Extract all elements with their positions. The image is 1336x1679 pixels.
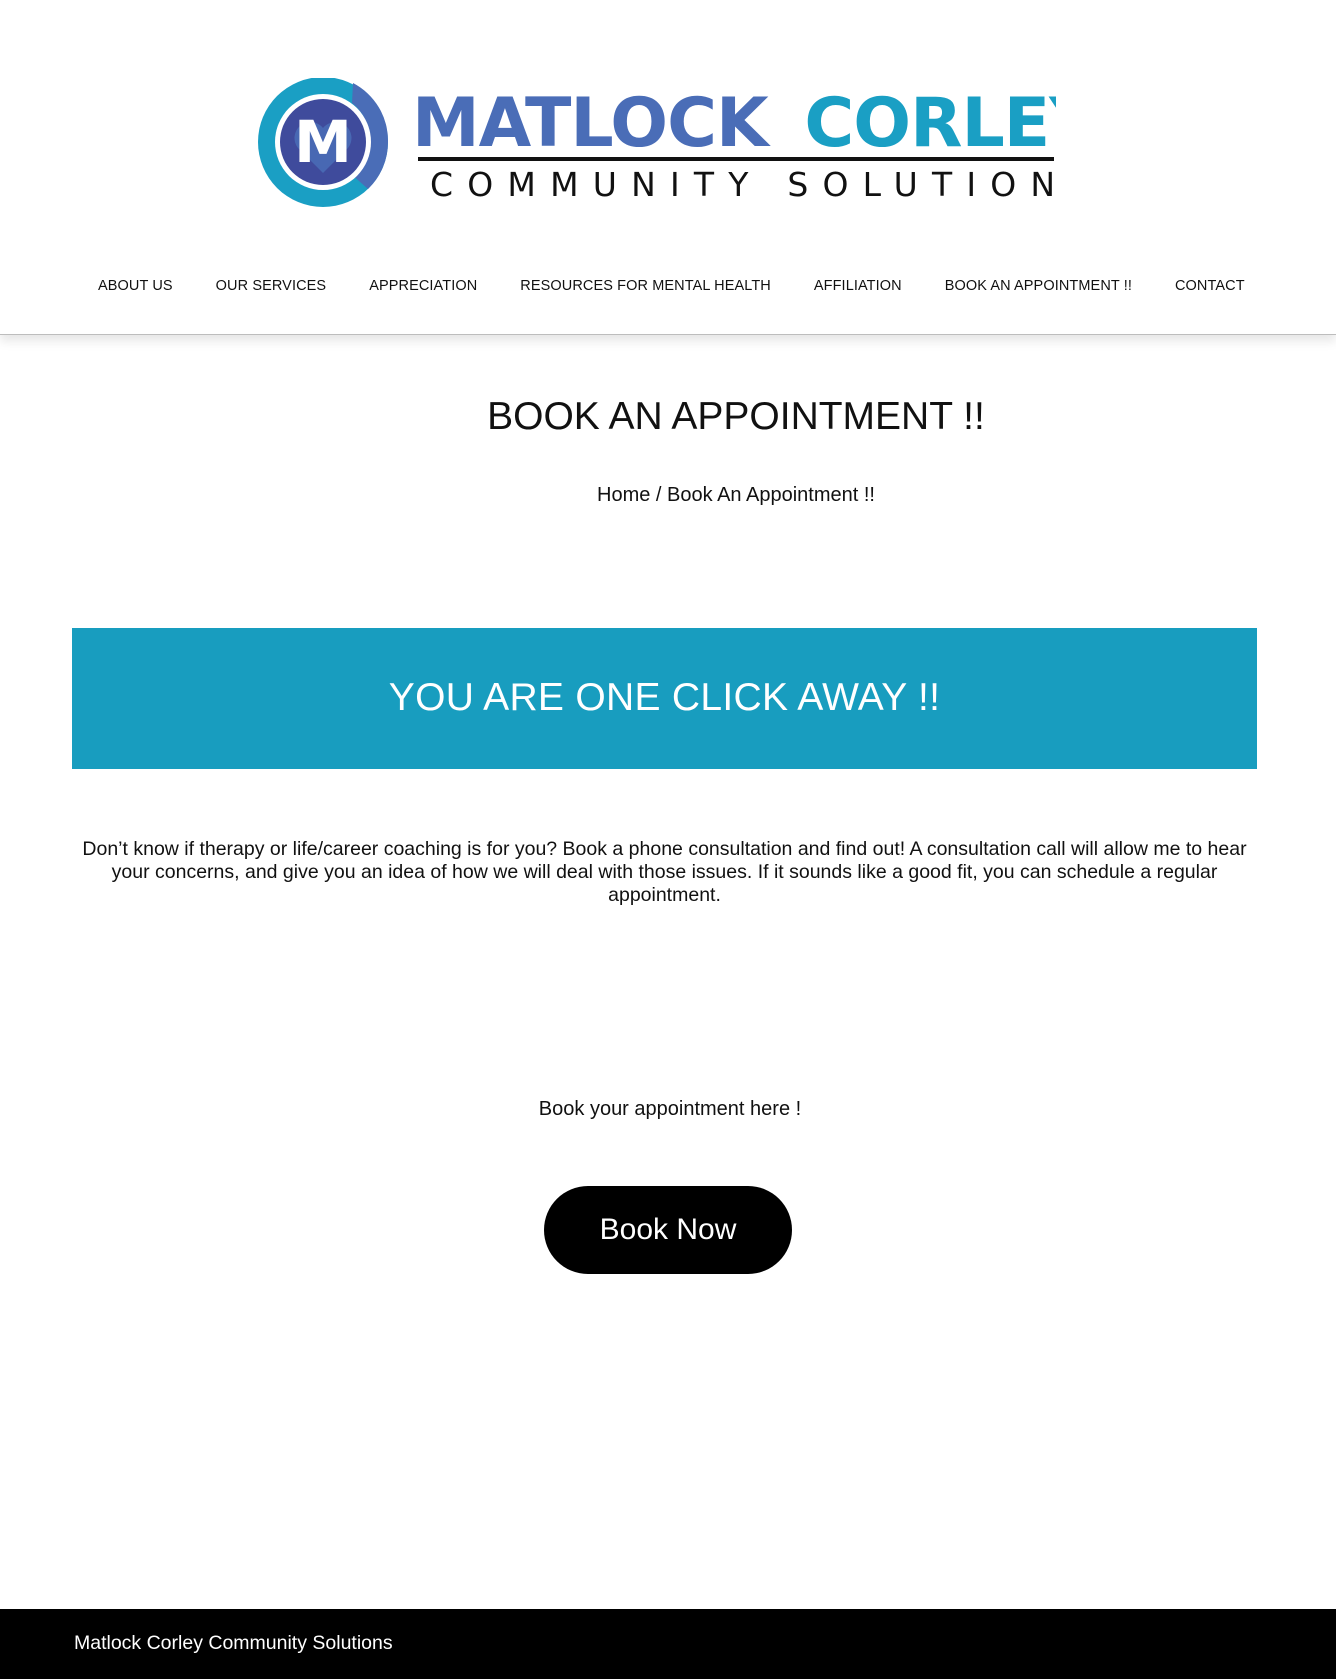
nav-item-resources-mental-health[interactable]: RESOURCES FOR MENTAL HEALTH (520, 278, 771, 294)
book-now-button[interactable]: Book Now (544, 1186, 792, 1274)
logo-rule (418, 157, 1054, 161)
site-logo[interactable]: M MATLOCK CORLEY COMMUNITY SOLUTIONS (258, 78, 1056, 208)
footer-copyright: Matlock Corley Community Solutions (74, 1632, 393, 1654)
breadcrumb-current: Book An Appointment !! (667, 484, 875, 506)
breadcrumb-separator: / (650, 484, 668, 506)
brand-tagline: COMMUNITY SOLUTIONS (430, 165, 1056, 204)
monogram-emblem-icon: M (258, 78, 389, 207)
book-prompt-text: Book your appointment here ! (538, 1098, 802, 1120)
page-title: BOOK AN APPOINTMENT !! (487, 395, 985, 438)
logo-graphic: M MATLOCK CORLEY COMMUNITY SOLUTIONS (258, 78, 1056, 207)
site-header: M MATLOCK CORLEY COMMUNITY SOLUTIONS ABO… (0, 0, 1336, 335)
monogram-letter: M (294, 108, 352, 176)
intro-paragraph: Don’t know if therapy or life/career coa… (82, 838, 1247, 906)
brand-name-part2: CORLEY (804, 84, 1056, 163)
nav-item-appreciation[interactable]: APPRECIATION (369, 278, 477, 294)
nav-item-affiliation[interactable]: AFFILIATION (814, 278, 902, 294)
brand-wordmark: MATLOCK CORLEY (412, 84, 1056, 163)
nav-item-contact[interactable]: CONTACT (1175, 278, 1245, 294)
promo-banner: YOU ARE ONE CLICK AWAY !! (72, 628, 1257, 769)
breadcrumb: Home / Book An Appointment !! (0, 482, 1336, 508)
main-nav: ABOUT US OUR SERVICES APPRECIATION RESOU… (98, 276, 1245, 296)
site-footer: Matlock Corley Community Solutions (0, 1609, 1336, 1679)
nav-item-our-services[interactable]: OUR SERVICES (216, 278, 327, 294)
breadcrumb-home-link[interactable]: Home (597, 484, 650, 506)
brand-name-part1: MATLOCK (412, 84, 771, 163)
nav-item-book-appointment[interactable]: BOOK AN APPOINTMENT !! (945, 278, 1132, 294)
nav-item-about-us[interactable]: ABOUT US (98, 278, 173, 294)
banner-heading: YOU ARE ONE CLICK AWAY !! (388, 676, 941, 719)
